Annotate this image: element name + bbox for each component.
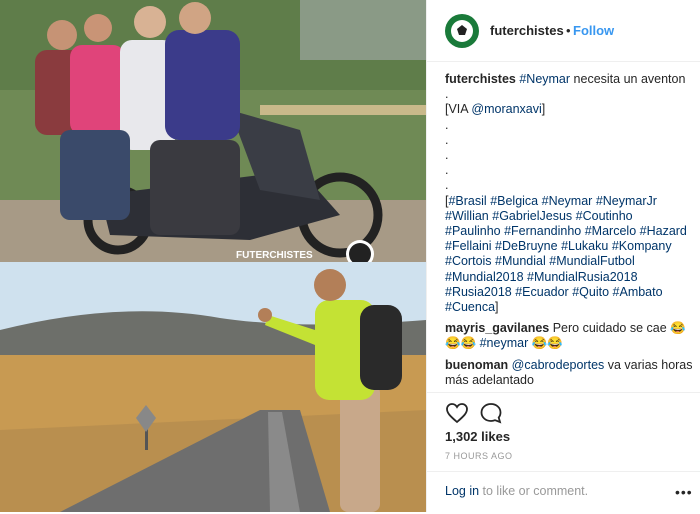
action-bar: 1,302 likes 7 HOURS AGO Log in to like o… [427,392,700,513]
mention-link[interactable]: @cabrodeportes [512,358,605,372]
login-bar: Log in to like or comment. ••• [427,471,700,514]
caption-line: [VIA @moranxavi] [445,102,695,117]
caption-text: ] [495,300,499,315]
follow-button[interactable]: Follow [573,23,614,38]
caption-text: . [445,117,449,132]
hashtag-link[interactable]: #Willian [445,209,489,223]
comment-text: 😂😂 [528,336,563,351]
username-link[interactable]: futerchistes [490,23,564,38]
caption-text: ] [541,102,546,117]
caption-text: . [445,178,449,193]
login-prompt-text: to like or comment. [479,484,589,498]
hashtag-link[interactable]: #Kompany [612,239,672,253]
avatar[interactable] [445,14,479,48]
post-image[interactable]: FUTERCHISTES [0,0,426,512]
caption-line: #Willian #GabrielJesus #Coutinho [445,209,695,224]
hashtag-link[interactable]: #MundialRusia2018 [527,270,638,284]
login-prompt: Log in to like or comment. [445,484,588,498]
likes-count[interactable]: 1,302 likes [445,429,510,444]
hashtag-link[interactable]: #Cortois [445,254,492,268]
comment-icon [480,403,502,424]
hashtag-link[interactable]: @moranxavi [471,102,541,116]
hashtag-link[interactable]: #Marcelo [585,224,636,238]
caption-text: . [445,87,449,102]
hashtag-link[interactable]: #DeBruyne [495,239,558,253]
post-sidebar: futerchistes • Follow futerchistes #Neym… [426,0,700,512]
caption-line: . [445,148,695,163]
hashtag-link[interactable]: #Cuenca [445,300,495,314]
post-timestamp[interactable]: 7 HOURS AGO [445,451,513,461]
caption-line: . [445,87,695,102]
post-caption: futerchistes #Neymar necesita un aventon… [445,72,695,315]
hashtag-link[interactable]: #Mundial [495,254,546,268]
hashtag-link[interactable]: #Paulinho [445,224,501,238]
caption-line: [#Brasil #Belgica #Neymar #NeymarJr [445,194,695,209]
caption-line: futerchistes #Neymar necesita un aventon [445,72,695,87]
hashtag-link[interactable]: #Coutinho [576,209,633,223]
hashtag-link[interactable]: #Brasil [448,194,486,208]
caption-text: . [445,163,449,178]
comments-list[interactable]: futerchistes #Neymar necesita un aventon… [445,72,695,390]
comment-button[interactable] [479,401,503,425]
comment-text: Pero cuidado se cae 😂 [552,321,686,336]
post-header: futerchistes • Follow [427,0,700,62]
caption-text: [VIA [445,102,472,117]
mention-link[interactable]: #neymar [480,336,529,350]
hashtag-link[interactable]: #Fernandinho [504,224,581,238]
hashtag-link[interactable]: #Lukaku [561,239,608,253]
caption-line: #Cuenca] [445,300,695,315]
caption-line: . [445,118,695,133]
caption-text: necesita un aventon [570,72,686,86]
comment-text: 😂😂 [445,336,477,351]
caption-line: #Paulinho #Fernandinho #Marcelo #Hazard [445,224,695,239]
comment-author[interactable]: buenoman [445,358,512,372]
caption-text: . [445,132,449,147]
more-options-icon[interactable]: ••• [675,484,693,500]
caption-line: . [445,163,695,178]
comment-item: mayris_gavilanes Pero cuidado se cae 😂 😂… [445,321,695,351]
heart-icon [446,403,468,424]
caption-line: . [445,133,695,148]
watermark-text: FUTERCHISTES [236,250,313,261]
hashtag-link[interactable]: #Mundial2018 [445,270,524,284]
soccer-ball-icon [446,15,478,47]
hashtag-link[interactable]: #GabrielJesus [492,209,572,223]
hashtag-link[interactable]: #Ecuador [515,285,569,299]
caption-author[interactable]: futerchistes [445,72,519,86]
caption-line: #Rusia2018 #Ecuador #Quito #Ambato [445,285,695,300]
meme-image: FUTERCHISTES [0,0,426,512]
comment-list: mayris_gavilanes Pero cuidado se cae 😂 😂… [445,321,695,388]
hashtag-link[interactable]: #Neymar [519,72,570,86]
instagram-post: FUTERCHISTES futerchistes • Follow futer… [0,0,700,512]
like-button[interactable] [445,401,469,425]
caption-line: #Cortois #Mundial #MundialFutbol [445,254,695,269]
login-link[interactable]: Log in [445,484,479,498]
hashtag-link[interactable]: #Belgica [490,194,538,208]
comment-item: buenoman @cabrodeportes va varias horas … [445,358,695,388]
hashtag-link[interactable]: #Hazard [640,224,687,238]
caption-line: #Fellaini #DeBruyne #Lukaku #Kompany [445,239,695,254]
separator-dot: • [566,23,571,38]
caption-line: . [445,178,695,193]
hashtag-link[interactable]: #Ambato [613,285,663,299]
hashtag-link[interactable]: #NeymarJr [596,194,657,208]
caption-text: . [445,148,449,163]
caption-line: #Mundial2018 #MundialRusia2018 [445,270,695,285]
hashtag-link[interactable]: #Rusia2018 [445,285,512,299]
hashtag-link[interactable]: #Neymar [542,194,593,208]
hashtag-link[interactable]: #Quito [572,285,609,299]
hashtag-link[interactable]: #Fellaini [445,239,492,253]
comment-author[interactable]: mayris_gavilanes [445,321,553,335]
hashtag-link[interactable]: #MundialFutbol [549,254,634,268]
